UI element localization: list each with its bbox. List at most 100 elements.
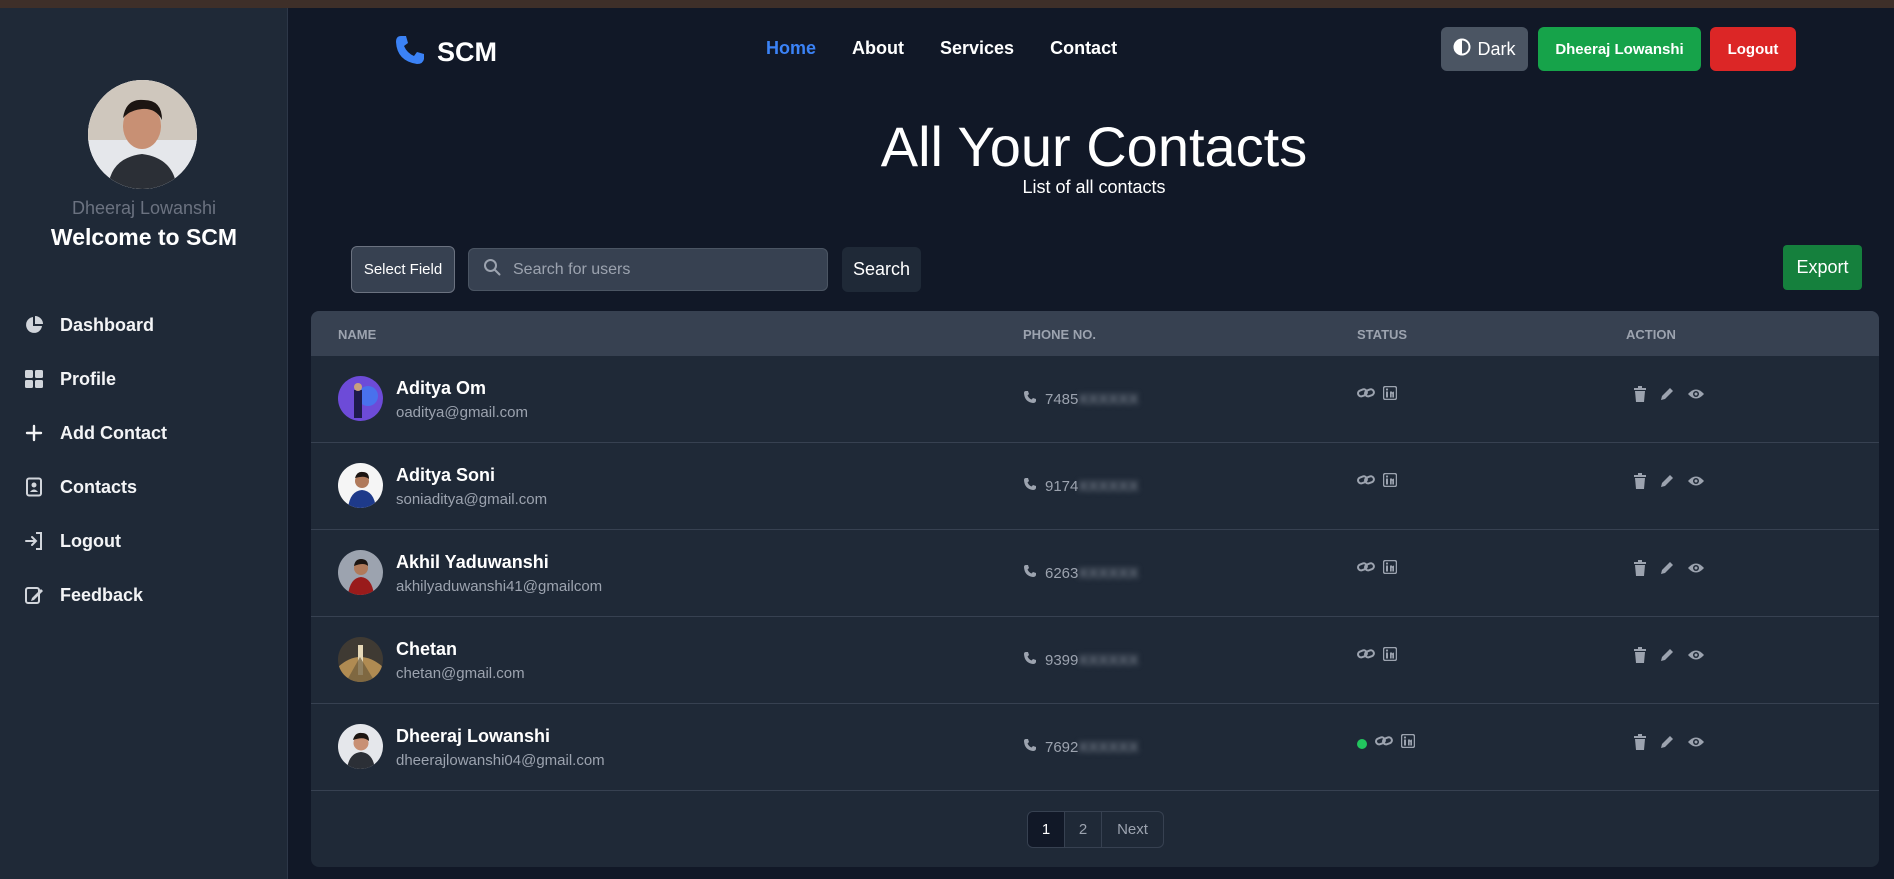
phone-icon bbox=[1023, 651, 1037, 669]
edit-icon[interactable] bbox=[1659, 734, 1675, 755]
search-input[interactable] bbox=[513, 260, 813, 279]
theme-toggle-label: Dark bbox=[1477, 38, 1516, 59]
contact-actions bbox=[1633, 386, 1705, 407]
link-icon[interactable] bbox=[1357, 473, 1375, 492]
contact-name[interactable]: Chetan bbox=[396, 639, 457, 660]
next-page-button[interactable]: Next bbox=[1102, 812, 1163, 847]
phone-visible: 7692 bbox=[1045, 738, 1079, 756]
contact-email: oaditya@gmail.com bbox=[396, 404, 528, 421]
linkedin-icon[interactable] bbox=[1382, 385, 1398, 405]
sidebar-item-feedback[interactable]: Feedback bbox=[22, 568, 167, 622]
phone-visible: 9399 bbox=[1045, 651, 1079, 669]
phone-icon bbox=[1023, 390, 1037, 408]
contacts-table: NAME PHONE NO. STATUS ACTION Aditya Om o… bbox=[311, 311, 1879, 867]
sidebar-item-label: Profile bbox=[60, 368, 117, 389]
nav-link-about[interactable]: About bbox=[852, 38, 904, 59]
contact-status bbox=[1357, 472, 1398, 492]
phone-visible: 7485 bbox=[1045, 390, 1079, 408]
sidebar-item-label: Dashboard bbox=[60, 314, 155, 335]
trash-icon[interactable] bbox=[1633, 734, 1647, 755]
search-icon bbox=[483, 258, 501, 281]
sidebar-item-logout[interactable]: Logout bbox=[22, 514, 167, 568]
export-button[interactable]: Export bbox=[1783, 245, 1862, 290]
contact-avatar bbox=[338, 550, 383, 595]
search-box bbox=[468, 248, 828, 291]
contact-avatar bbox=[338, 376, 383, 421]
select-field-dropdown[interactable]: Select Field bbox=[351, 246, 455, 293]
sidebar-item-label: Feedback bbox=[60, 584, 144, 605]
phone-icon bbox=[1023, 477, 1037, 495]
column-header-phone: PHONE NO. bbox=[1023, 327, 1096, 342]
trash-icon[interactable] bbox=[1633, 386, 1647, 407]
brand-logo[interactable]: SCM bbox=[393, 33, 497, 72]
table-row: Chetan chetan@gmail.com 9399XXXXXX bbox=[311, 617, 1879, 704]
profile-avatar bbox=[88, 80, 197, 189]
eye-icon[interactable] bbox=[1687, 735, 1705, 754]
contact-avatar bbox=[338, 724, 383, 769]
linkedin-icon[interactable] bbox=[1382, 559, 1398, 579]
sidebar-item-label: Logout bbox=[60, 530, 121, 551]
edit-icon[interactable] bbox=[1659, 560, 1675, 581]
window-top-strip bbox=[0, 0, 1894, 8]
link-icon[interactable] bbox=[1357, 560, 1375, 579]
user-profile-button[interactable]: Dheeraj Lowanshi bbox=[1538, 27, 1701, 71]
table-row: Aditya Soni soniaditya@gmail.com 9174XXX… bbox=[311, 443, 1879, 530]
page-2-button[interactable]: 2 bbox=[1065, 812, 1102, 847]
contact-name[interactable]: Akhil Yaduwanshi bbox=[396, 552, 549, 573]
trash-icon[interactable] bbox=[1633, 473, 1647, 494]
contact-actions bbox=[1633, 647, 1705, 668]
eye-icon[interactable] bbox=[1687, 474, 1705, 493]
link-icon[interactable] bbox=[1375, 734, 1393, 753]
link-icon[interactable] bbox=[1357, 647, 1375, 666]
linkedin-icon[interactable] bbox=[1400, 733, 1416, 753]
contact-status bbox=[1357, 385, 1398, 405]
search-button[interactable]: Search bbox=[842, 247, 921, 292]
contact-name[interactable]: Aditya Soni bbox=[396, 465, 495, 486]
eye-icon[interactable] bbox=[1687, 561, 1705, 580]
theme-toggle-button[interactable]: Dark bbox=[1441, 27, 1528, 71]
logout-button[interactable]: Logout bbox=[1710, 27, 1796, 71]
contact-email: dheerajlowanshi04@gmail.com bbox=[396, 752, 605, 769]
nav-link-contact[interactable]: Contact bbox=[1050, 38, 1117, 59]
logout-icon bbox=[22, 529, 46, 553]
contact-actions bbox=[1633, 473, 1705, 494]
linkedin-icon[interactable] bbox=[1382, 472, 1398, 492]
sidebar-item-dashboard[interactable]: Dashboard bbox=[22, 298, 167, 352]
nav-link-home[interactable]: Home bbox=[766, 38, 816, 59]
eye-icon[interactable] bbox=[1687, 648, 1705, 667]
edit-icon[interactable] bbox=[1659, 647, 1675, 668]
contact-name[interactable]: Aditya Om bbox=[396, 378, 486, 399]
column-header-name: NAME bbox=[338, 327, 377, 342]
trash-icon[interactable] bbox=[1633, 560, 1647, 581]
nav-links: Home About Services Contact bbox=[766, 38, 1117, 59]
top-navbar: SCM Home About Services Contact Dark Dhe… bbox=[288, 8, 1894, 92]
contact-email: soniaditya@gmail.com bbox=[396, 491, 548, 508]
pagination: 1 2 Next bbox=[1027, 811, 1164, 848]
edit-icon[interactable] bbox=[1659, 386, 1675, 407]
page-1-button[interactable]: 1 bbox=[1028, 812, 1065, 847]
contact-email: akhilyaduwanshi41@gmailcom bbox=[396, 578, 603, 595]
phone-icon bbox=[1023, 738, 1037, 756]
linkedin-icon[interactable] bbox=[1382, 646, 1398, 666]
address-book-icon bbox=[22, 475, 46, 499]
sidebar-item-label: Add Contact bbox=[60, 422, 167, 443]
phone-hidden: XXXXXX bbox=[1078, 651, 1139, 669]
sidebar-username: Dheeraj Lowanshi bbox=[71, 198, 217, 218]
table-row: Akhil Yaduwanshi akhilyaduwanshi41@gmail… bbox=[311, 530, 1879, 617]
phone-hidden: XXXXXX bbox=[1078, 477, 1139, 495]
sidebar-item-add-contact[interactable]: Add Contact bbox=[22, 406, 167, 460]
eye-icon[interactable] bbox=[1687, 387, 1705, 406]
column-header-status: STATUS bbox=[1357, 327, 1408, 342]
edit-icon[interactable] bbox=[1659, 473, 1675, 494]
nav-link-services[interactable]: Services bbox=[940, 38, 1014, 59]
contact-avatar bbox=[338, 637, 383, 682]
contact-avatar bbox=[338, 463, 383, 508]
link-icon[interactable] bbox=[1357, 386, 1375, 405]
trash-icon[interactable] bbox=[1633, 647, 1647, 668]
phone-visible: 9174 bbox=[1045, 477, 1079, 495]
phone-visible: 6263 bbox=[1045, 564, 1079, 582]
sidebar-item-contacts[interactable]: Contacts bbox=[22, 460, 167, 514]
sidebar-item-profile[interactable]: Profile bbox=[22, 352, 167, 406]
plus-icon bbox=[22, 421, 46, 445]
contact-name[interactable]: Dheeraj Lowanshi bbox=[396, 726, 550, 747]
